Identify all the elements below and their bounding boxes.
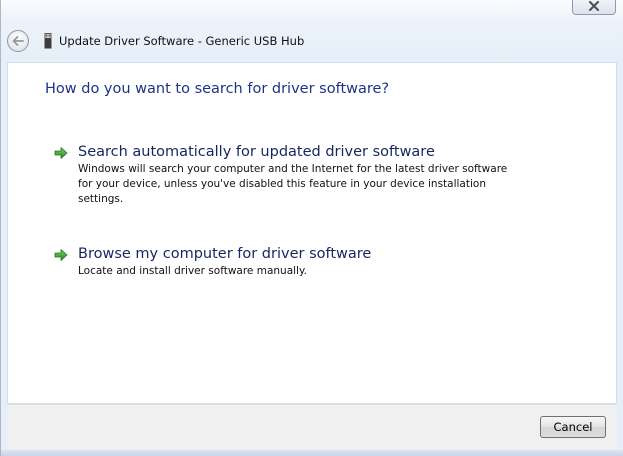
option-title: Search automatically for updated driver … [78, 144, 435, 160]
usb-device-icon [43, 32, 53, 50]
back-button[interactable] [7, 30, 29, 52]
green-arrow-icon [54, 147, 68, 159]
search-automatically-option[interactable]: Search automatically for updated driver … [53, 143, 573, 207]
option-description: Locate and install driver software manua… [78, 265, 308, 277]
option-description: Windows will search your computer and th… [78, 163, 508, 205]
close-button[interactable] [572, 0, 616, 15]
page-heading: How do you want to search for driver sof… [45, 81, 390, 97]
dialog-footer: Cancel [7, 404, 617, 450]
title-nav-row: Update Driver Software - Generic USB Hub [7, 30, 304, 52]
window-title: Update Driver Software - Generic USB Hub [59, 34, 305, 48]
close-x-icon [589, 0, 599, 11]
back-arrow-icon [12, 36, 24, 46]
option-title: Browse my computer for driver software [78, 246, 372, 262]
content-panel: How do you want to search for driver sof… [7, 62, 617, 404]
window-bottom-frame [1, 450, 623, 456]
option-text: Browse my computer for driver software L… [78, 245, 518, 279]
option-text: Search automatically for updated driver … [78, 143, 518, 207]
browse-computer-option[interactable]: Browse my computer for driver software L… [53, 245, 573, 279]
green-arrow-icon [54, 249, 68, 261]
cancel-button[interactable]: Cancel [540, 416, 606, 438]
update-driver-dialog: Update Driver Software - Generic USB Hub… [0, 0, 623, 456]
